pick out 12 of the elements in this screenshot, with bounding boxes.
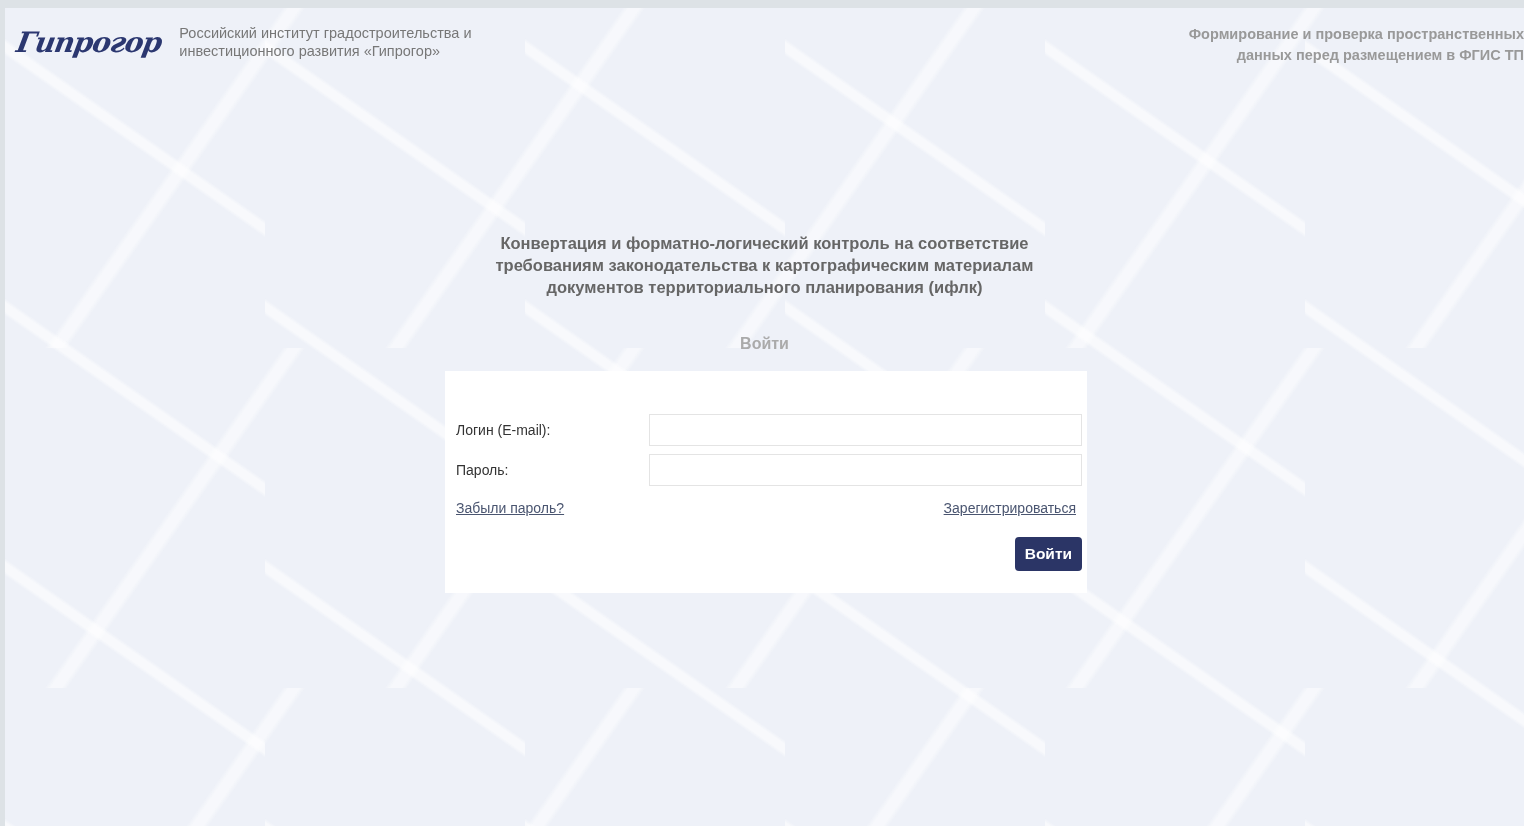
form-heading: Войти (740, 335, 789, 353)
logo[interactable]: Гипрогор (14, 25, 165, 59)
page-title: Конвертация и форматно-логический контроль на соответствие требованиям законодательства к картографическим материалам документов территориального планирования (ифлк) (494, 233, 1035, 298)
organization-name: Российский институт градостроительства и инвестиционного развития «Гипрогор» (179, 24, 473, 60)
field-label: Пароль: (456, 462, 510, 478)
login-button[interactable]: Войти (1014, 537, 1082, 571)
service-title: Формирование и проверка пространственных данных перед размещением в ФГИС ТП (1187, 25, 1524, 65)
input-field[interactable] (649, 414, 1082, 446)
input-field[interactable] (649, 454, 1082, 486)
field-label: Логин (E-mail): (456, 422, 552, 438)
register-link[interactable]: Зарегистрироваться (943, 500, 1076, 516)
forgot-password-link[interactable]: Забыли пароль? (456, 500, 565, 516)
